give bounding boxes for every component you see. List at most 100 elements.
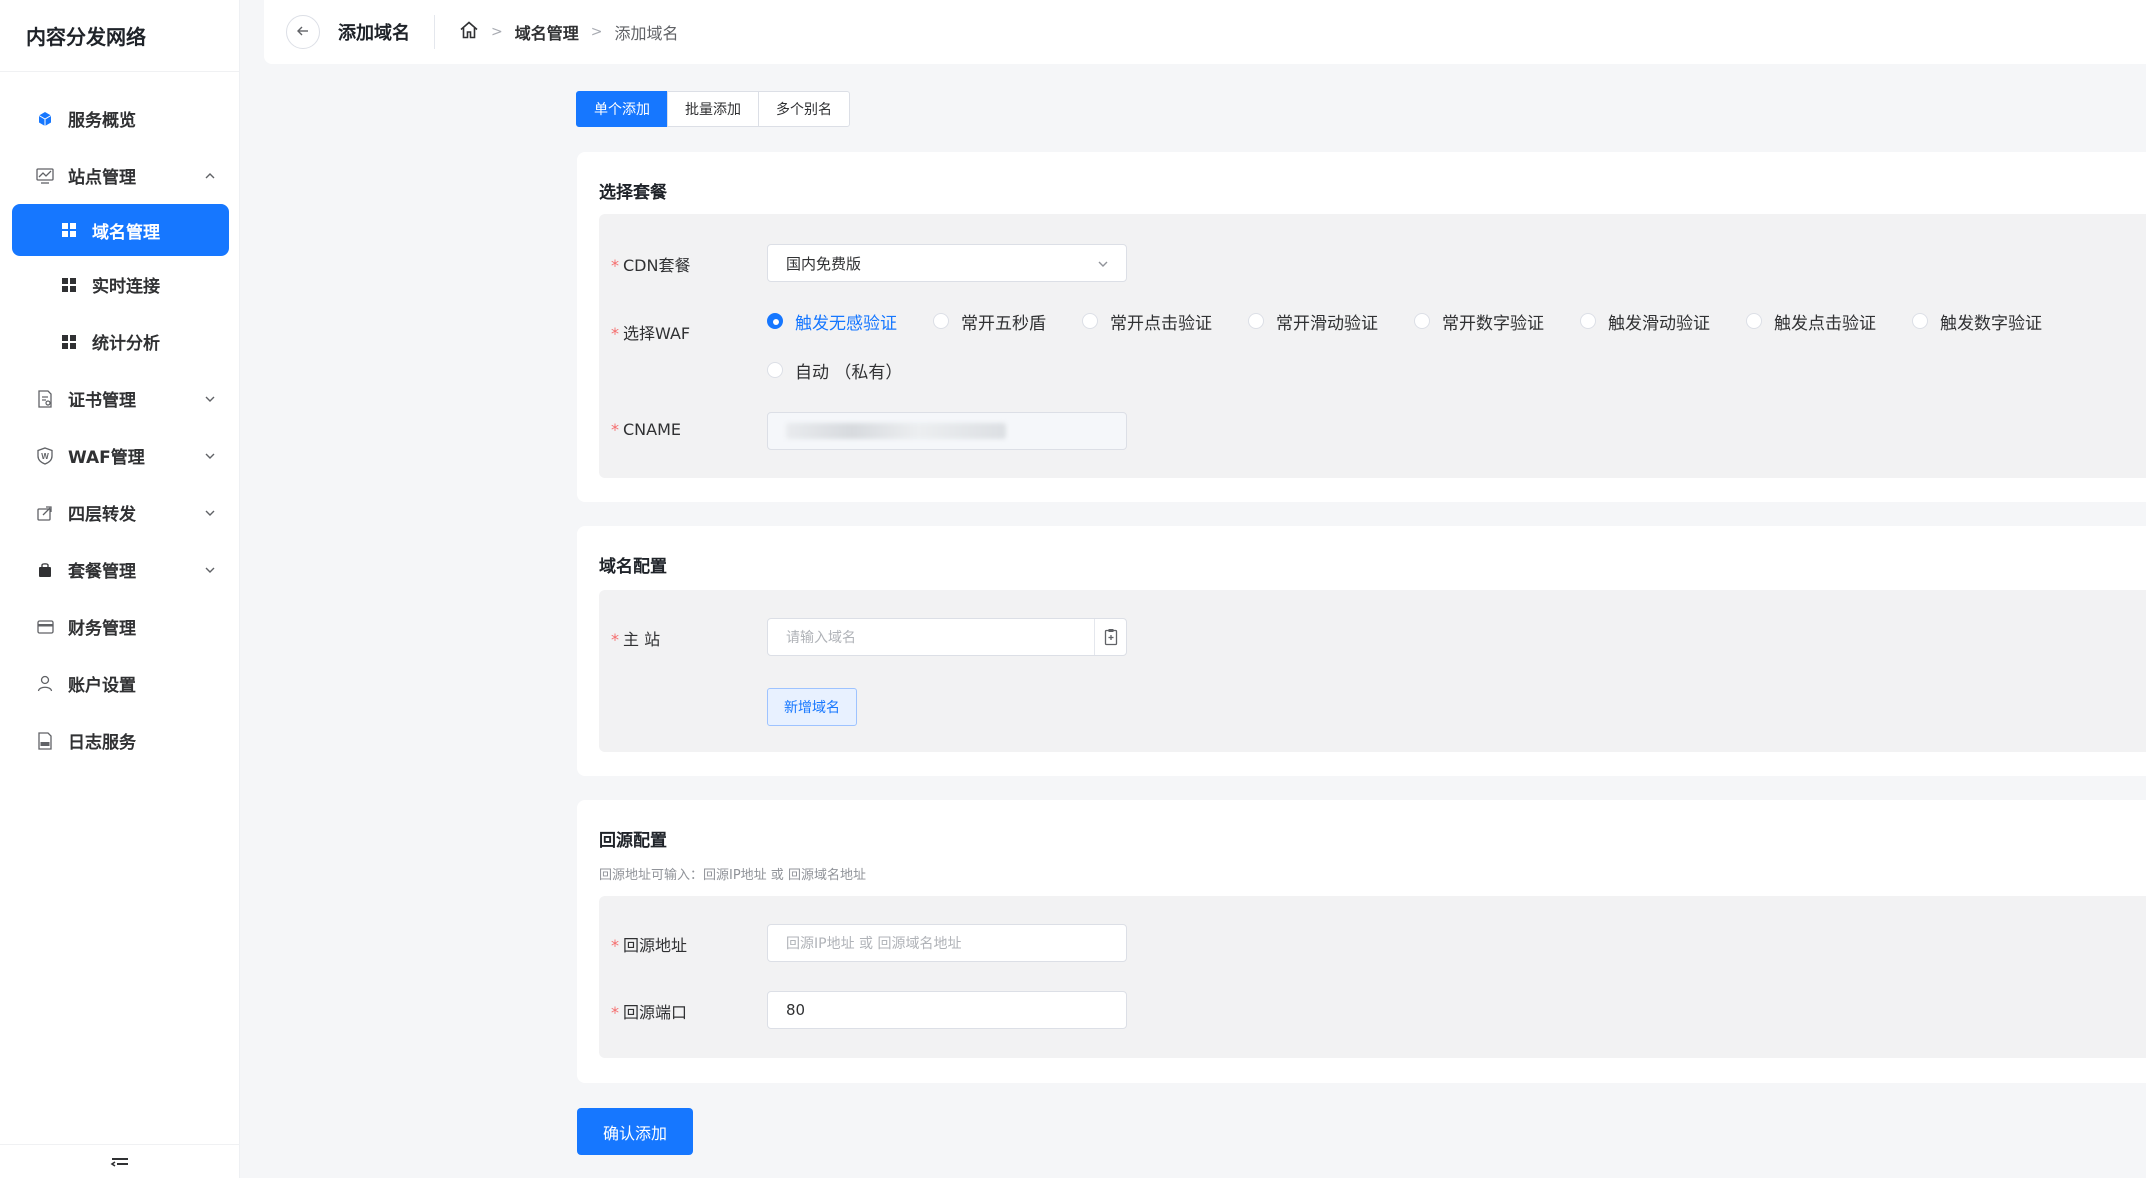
radio-dot (1414, 313, 1430, 329)
radio-dot (933, 313, 949, 329)
domain-card: 域名配置 * 主 站 请输入域名 新增域名 (577, 526, 2146, 776)
log-icon (36, 731, 54, 750)
sidebar-item-waf[interactable]: W WAF管理 (0, 427, 239, 484)
sidebar-item-label: 服务概览 (68, 111, 136, 131)
sidebar-item-sites[interactable]: 站点管理 (0, 147, 239, 204)
card-icon (36, 618, 54, 636)
waf-option-radio[interactable]: 触发无感验证 (767, 309, 897, 334)
sidebar-item-label: 站点管理 (68, 168, 136, 188)
main-domain-input[interactable]: 请输入域名 (767, 618, 1127, 656)
collapse-sidebar-button[interactable] (0, 1144, 240, 1178)
home-icon[interactable] (459, 20, 479, 44)
breadcrumb-separator: > (590, 24, 603, 40)
chevron-down-icon (203, 563, 217, 577)
origin-port-input[interactable]: 80 (767, 991, 1127, 1029)
sidebar-item-domains[interactable]: 域名管理 (12, 204, 229, 256)
cdn-package-label: * CDN套餐 (611, 256, 691, 275)
shield-icon: W (36, 446, 54, 465)
breadcrumb-separator: > (491, 24, 503, 40)
waf-option-radio[interactable]: 触发点击验证 (1746, 309, 1876, 334)
origin-port-label: * 回源端口 (611, 1003, 688, 1022)
brand-title: 内容分发网络 (0, 0, 239, 72)
forward-icon (36, 504, 54, 522)
tab-single-add[interactable]: 单个添加 (576, 91, 668, 127)
radio-dot (1912, 313, 1928, 329)
grid-icon (60, 333, 78, 351)
page-title: 添加域名 (338, 23, 410, 44)
radio-dot (1082, 313, 1098, 329)
chart-icon (36, 167, 54, 185)
sidebar-item-label: 日志服务 (68, 733, 136, 753)
sidebar-item-label: 四层转发 (68, 505, 136, 525)
sidebar: 内容分发网络 服务概览 站点管理 域名管理 实时连接 统计分析 证书管理 W W… (0, 0, 240, 1178)
origin-panel: * 回源地址 回源IP地址 或 回源域名地址 * 回源端口 80 (599, 896, 2146, 1058)
chevron-down-icon (1096, 257, 1110, 275)
section-title: 域名配置 (599, 557, 667, 577)
tab-batch-add[interactable]: 批量添加 (667, 91, 759, 127)
menu-fold-icon (110, 1155, 130, 1174)
breadcrumb-domains-link[interactable]: 域名管理 (515, 20, 579, 44)
domain-panel: * 主 站 请输入域名 新增域名 (599, 590, 2146, 752)
sidebar-item-packages[interactable]: 套餐管理 (0, 541, 239, 598)
radio-dot (767, 313, 783, 329)
radio-dot (767, 362, 783, 378)
chevron-down-icon (203, 449, 217, 463)
waf-label: * 选择WAF (611, 324, 691, 343)
bag-icon (36, 561, 54, 579)
cdn-package-value: 国内免费版 (786, 254, 862, 273)
cname-value-redacted (786, 423, 1006, 439)
chevron-down-icon (203, 392, 217, 406)
breadcrumb-current: 添加域名 (614, 24, 679, 43)
waf-radio-group: 触发无感验证 常开五秒盾 常开点击验证 常开滑动验证 常开数字验证 触发滑动验证… (767, 309, 2127, 383)
sidebar-item-overview[interactable]: 服务概览 (0, 90, 239, 147)
radio-dot (1248, 313, 1264, 329)
sidebar-item-logs[interactable]: 日志服务 (0, 712, 239, 769)
grid-icon (60, 221, 78, 239)
sidebar-item-forwarding[interactable]: 四层转发 (0, 484, 239, 541)
grid-icon (60, 276, 78, 294)
waf-option-radio[interactable]: 常开五秒盾 (933, 309, 1046, 334)
certificate-icon (36, 389, 54, 408)
sidebar-item-label: 套餐管理 (68, 562, 136, 582)
cname-field[interactable] (767, 412, 1127, 450)
section-title: 选择套餐 (599, 183, 667, 203)
waf-option-radio[interactable]: 常开点击验证 (1082, 309, 1212, 334)
origin-address-input[interactable]: 回源IP地址 或 回源域名地址 (767, 924, 1127, 962)
waf-option-radio[interactable]: 常开数字验证 (1414, 309, 1544, 334)
back-button[interactable] (286, 15, 320, 49)
package-panel: * CDN套餐 国内免费版 * 选择WAF 触发无感验证 常开五秒盾 常开点击验证 … (599, 214, 2146, 478)
add-domain-button[interactable]: 新增域名 (767, 688, 857, 726)
sidebar-item-analytics[interactable]: 统计分析 (0, 313, 239, 370)
package-card: 选择套餐 * CDN套餐 国内免费版 * 选择WAF 触发无感验证 常开五秒盾 常开… (577, 152, 2146, 502)
arrow-left-icon (296, 23, 310, 42)
waf-option-radio[interactable]: 自动 （私有） (767, 358, 902, 383)
svg-text:W: W (41, 452, 49, 461)
waf-option-radio[interactable]: 触发滑动验证 (1580, 309, 1710, 334)
sidebar-menu: 服务概览 站点管理 域名管理 实时连接 统计分析 证书管理 W WAF管理 四层… (0, 72, 239, 769)
cdn-package-select[interactable]: 国内免费版 (767, 244, 1127, 282)
sidebar-item-realtime[interactable]: 实时连接 (0, 256, 239, 313)
sidebar-submenu-sites: 域名管理 实时连接 统计分析 (0, 204, 239, 370)
cname-label: * CNAME (611, 420, 681, 439)
clipboard-icon[interactable] (1094, 619, 1126, 655)
origin-address-label: * 回源地址 (611, 936, 688, 955)
sidebar-item-label: 域名管理 (92, 222, 160, 243)
waf-option-radio[interactable]: 常开滑动验证 (1248, 309, 1378, 334)
cube-icon (36, 110, 54, 128)
sidebar-item-label: WAF管理 (68, 448, 145, 468)
sidebar-item-account[interactable]: 账户设置 (0, 655, 239, 712)
page-header: 添加域名 > 域名管理 > 添加域名 (264, 0, 2146, 64)
origin-card: 回源配置 回源地址可输入：回源IP地址 或 回源域名地址 * 回源地址 回源IP地… (577, 800, 2146, 1083)
sidebar-item-label: 实时连接 (92, 277, 160, 297)
sidebar-item-certificates[interactable]: 证书管理 (0, 370, 239, 427)
sidebar-item-label: 财务管理 (68, 619, 136, 639)
chevron-up-icon (203, 169, 217, 183)
sidebar-item-finance[interactable]: 财务管理 (0, 598, 239, 655)
breadcrumb: > 域名管理 > 添加域名 (459, 20, 679, 44)
waf-option-radio[interactable]: 触发数字验证 (1912, 309, 2042, 334)
chevron-down-icon (203, 506, 217, 520)
tab-multi-alias[interactable]: 多个别名 (758, 91, 850, 127)
confirm-add-button[interactable]: 确认添加 (577, 1108, 693, 1155)
sidebar-item-label: 统计分析 (92, 334, 160, 354)
section-title: 回源配置 (599, 831, 667, 851)
